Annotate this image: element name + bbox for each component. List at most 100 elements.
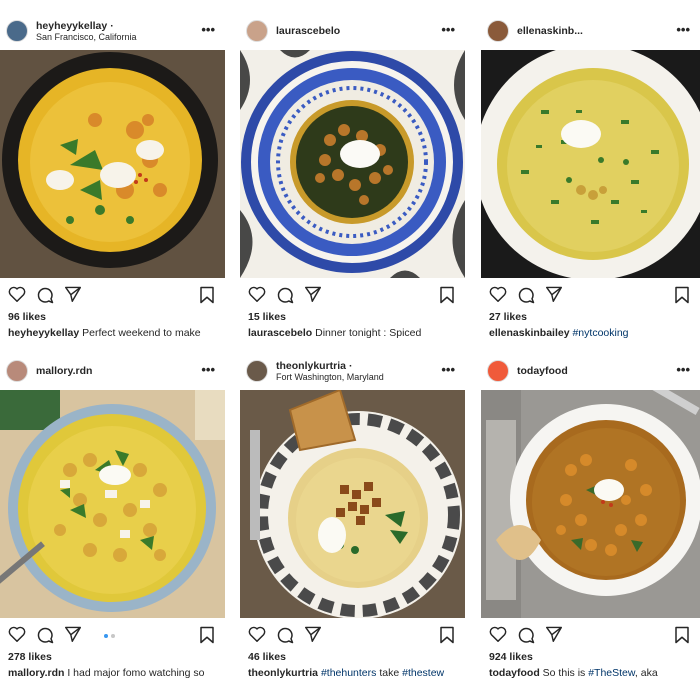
- bookmark-icon[interactable]: [439, 286, 455, 304]
- post-header: theonlykurtria · Fort Washington, Marylan…: [240, 352, 465, 390]
- more-icon[interactable]: •••: [201, 362, 215, 377]
- more-icon[interactable]: •••: [201, 22, 215, 37]
- like-count[interactable]: 96 likes: [0, 310, 225, 324]
- post-header: heyheyykellay · San Francisco, California…: [0, 12, 225, 50]
- username[interactable]: heyheyykellay: [36, 20, 107, 32]
- post-actions: [0, 618, 225, 650]
- username[interactable]: mallory.rdn: [36, 365, 219, 377]
- separator-dot: ·: [110, 19, 114, 32]
- bookmark-icon[interactable]: [439, 626, 455, 644]
- caption-text: I had major fomo watching so: [67, 667, 205, 679]
- post-image[interactable]: [0, 50, 225, 278]
- comment-icon[interactable]: [36, 626, 54, 644]
- post-header: mallory.rdn •••: [0, 352, 225, 390]
- post-actions: [0, 278, 225, 310]
- post-card: ellenaskinb... ••• 27 likes ellenaskinba…: [481, 12, 700, 340]
- post-card: laurascebelo ••• 15 likes laurascebelo D…: [240, 12, 465, 340]
- caption-username[interactable]: theonlykurtria: [248, 667, 318, 679]
- more-icon[interactable]: •••: [676, 22, 690, 37]
- caption-text: So this is: [542, 667, 586, 679]
- post-image[interactable]: [0, 390, 225, 618]
- post-card: theonlykurtria · Fort Washington, Marylan…: [240, 352, 465, 680]
- avatar[interactable]: [6, 360, 28, 382]
- more-icon[interactable]: •••: [441, 362, 455, 377]
- post-card: todayfood ••• 924 likes todayfood So thi…: [481, 352, 700, 680]
- avatar[interactable]: [6, 20, 28, 42]
- heart-icon[interactable]: [8, 286, 26, 302]
- hashtag[interactable]: #thestew: [402, 667, 444, 679]
- post-header: ellenaskinb... •••: [481, 12, 700, 50]
- avatar[interactable]: [246, 20, 268, 42]
- heart-icon[interactable]: [248, 626, 266, 642]
- location[interactable]: Fort Washington, Maryland: [276, 372, 459, 382]
- heart-icon[interactable]: [8, 626, 26, 642]
- post-image[interactable]: [240, 390, 465, 618]
- caption-text: Perfect weekend to make: [82, 327, 201, 339]
- comment-icon[interactable]: [517, 626, 535, 644]
- more-icon[interactable]: •••: [441, 22, 455, 37]
- caption-username[interactable]: mallory.rdn: [8, 667, 64, 679]
- caption-text: take: [379, 667, 400, 679]
- post-card: mallory.rdn ••• 278 likes mallory.rdn I …: [0, 352, 225, 680]
- post-header: todayfood •••: [481, 352, 700, 390]
- carousel-dot-active: [104, 634, 108, 638]
- carousel-dot: [111, 634, 115, 638]
- caption: todayfood So this is #TheStew, aka: [481, 666, 700, 680]
- like-count[interactable]: 924 likes: [481, 650, 700, 664]
- post-actions: [240, 278, 465, 310]
- heart-icon[interactable]: [489, 286, 507, 302]
- like-count[interactable]: 46 likes: [240, 650, 465, 664]
- post-header: laurascebelo •••: [240, 12, 465, 50]
- caption-text: , aka: [634, 667, 658, 679]
- like-count[interactable]: 278 likes: [0, 650, 225, 664]
- share-icon[interactable]: [304, 626, 322, 642]
- hashtag[interactable]: #nytcooking: [572, 327, 628, 339]
- avatar[interactable]: [487, 360, 509, 382]
- post-image[interactable]: [481, 50, 700, 278]
- caption-username[interactable]: todayfood: [489, 667, 540, 679]
- caption: theonlykurtria #thehunters take #thestew: [240, 666, 465, 680]
- share-icon[interactable]: [545, 286, 563, 302]
- post-image[interactable]: [481, 390, 700, 618]
- share-icon[interactable]: [64, 286, 82, 302]
- bookmark-icon[interactable]: [674, 626, 690, 644]
- carousel-indicator: [104, 634, 115, 638]
- post-actions: [481, 618, 700, 650]
- caption: ellenaskinbailey #nytcooking: [481, 326, 700, 340]
- hashtag[interactable]: #TheStew: [588, 667, 635, 679]
- avatar[interactable]: [487, 20, 509, 42]
- username[interactable]: ellenaskinb...: [517, 25, 694, 37]
- heart-icon[interactable]: [248, 286, 266, 302]
- username[interactable]: laurascebelo: [276, 25, 459, 37]
- bookmark-icon[interactable]: [674, 286, 690, 304]
- share-icon[interactable]: [64, 626, 82, 642]
- more-icon[interactable]: •••: [676, 362, 690, 377]
- post-card: heyheyykellay · San Francisco, California…: [0, 12, 225, 340]
- caption-username[interactable]: laurascebelo: [248, 327, 312, 339]
- caption-username[interactable]: heyheyykellay: [8, 327, 79, 339]
- avatar[interactable]: [246, 360, 268, 382]
- like-count[interactable]: 27 likes: [481, 310, 700, 324]
- heart-icon[interactable]: [489, 626, 507, 642]
- username[interactable]: todayfood: [517, 365, 694, 377]
- caption-username[interactable]: ellenaskinbailey: [489, 327, 570, 339]
- post-image[interactable]: [240, 50, 465, 278]
- caption-text: Dinner tonight : Spiced: [315, 327, 422, 339]
- separator-dot: ·: [349, 359, 353, 372]
- caption: laurascebelo Dinner tonight : Spiced: [240, 326, 465, 340]
- bookmark-icon[interactable]: [199, 286, 215, 304]
- caption: mallory.rdn I had major fomo watching so: [0, 666, 225, 680]
- hashtag[interactable]: #thehunters: [321, 667, 376, 679]
- comment-icon[interactable]: [36, 286, 54, 304]
- bookmark-icon[interactable]: [199, 626, 215, 644]
- location[interactable]: San Francisco, California: [36, 32, 219, 42]
- share-icon[interactable]: [304, 286, 322, 302]
- username[interactable]: theonlykurtria: [276, 360, 346, 372]
- like-count[interactable]: 15 likes: [240, 310, 465, 324]
- comment-icon[interactable]: [517, 286, 535, 304]
- share-icon[interactable]: [545, 626, 563, 642]
- comment-icon[interactable]: [276, 286, 294, 304]
- post-actions: [240, 618, 465, 650]
- comment-icon[interactable]: [276, 626, 294, 644]
- post-actions: [481, 278, 700, 310]
